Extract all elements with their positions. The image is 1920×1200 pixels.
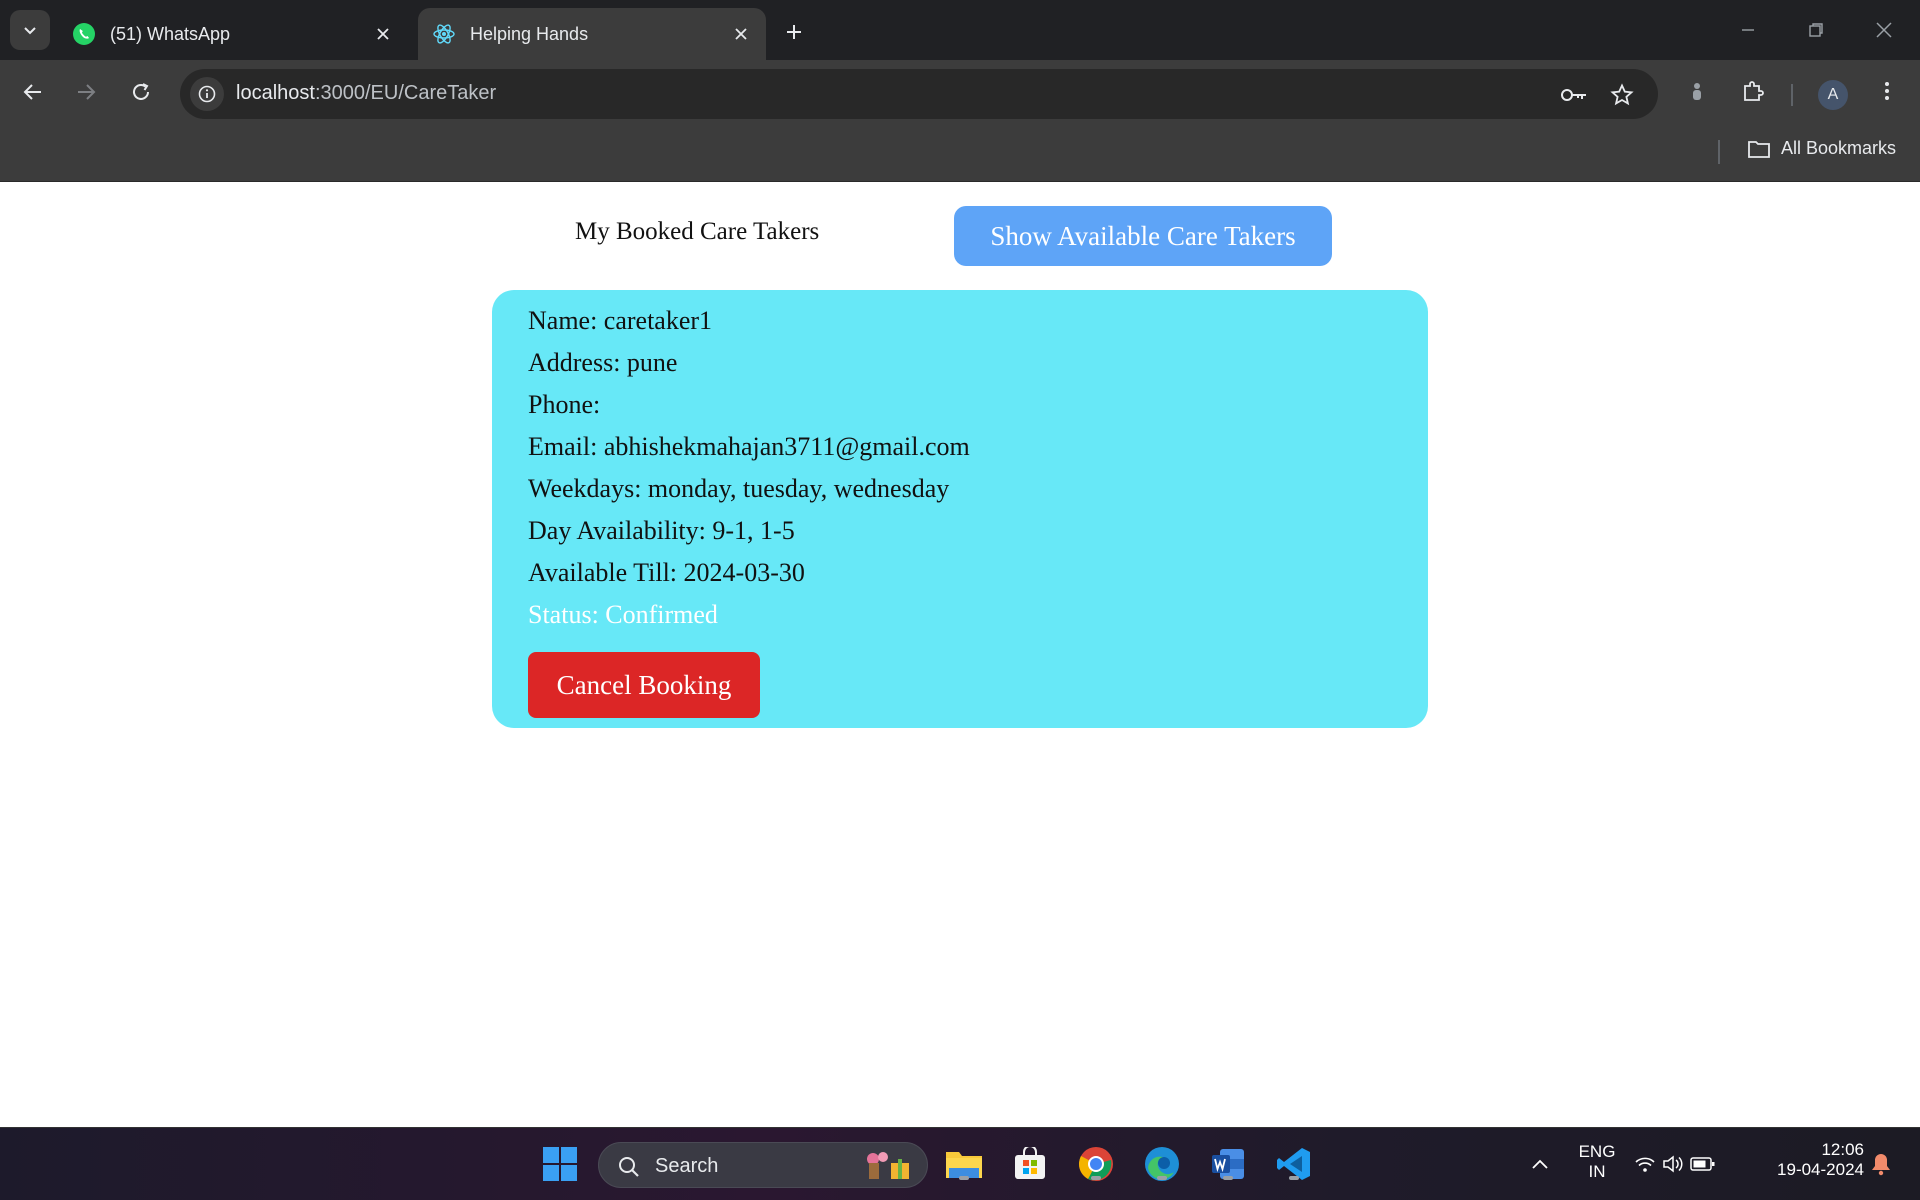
language-code: ENG bbox=[1578, 1142, 1616, 1161]
tab-whatsapp[interactable]: (51) WhatsApp bbox=[58, 8, 408, 60]
notifications-button[interactable] bbox=[1866, 1142, 1896, 1186]
chevron-down-icon bbox=[24, 27, 36, 35]
caretaker-day-availability: Day Availability: 9-1, 1-5 bbox=[528, 516, 795, 545]
bookmarks-bar: All Bookmarks bbox=[0, 124, 1920, 182]
reload-icon bbox=[133, 83, 149, 100]
caretaker-name: Name: caretaker1 bbox=[528, 306, 713, 335]
search-highlight-icon bbox=[867, 1152, 909, 1179]
language-indicator[interactable]: ENG IN bbox=[1572, 1142, 1622, 1182]
reload-button[interactable] bbox=[125, 76, 157, 108]
running-indicator bbox=[1091, 1176, 1101, 1180]
restore-button[interactable] bbox=[1796, 14, 1836, 46]
profile-avatar[interactable]: A bbox=[1818, 80, 1848, 110]
plus-icon bbox=[787, 25, 801, 39]
folder-icon bbox=[1748, 140, 1770, 158]
url-path: :3000/EU/CareTaker bbox=[314, 82, 497, 104]
wifi-icon bbox=[1635, 1157, 1655, 1172]
file-explorer-taskbar-icon[interactable] bbox=[942, 1142, 986, 1186]
close-icon bbox=[1876, 22, 1892, 38]
clock-date: 19-04-2024 bbox=[1777, 1160, 1864, 1179]
url-host: localhost bbox=[236, 82, 315, 104]
menu-icon[interactable] bbox=[1870, 74, 1904, 108]
url-text[interactable]: localhost:3000/EU/CareTaker bbox=[236, 82, 496, 105]
start-button[interactable] bbox=[538, 1142, 582, 1186]
caretaker-address: Address: pune bbox=[528, 348, 678, 377]
address-bar[interactable]: localhost:3000/EU/CareTaker bbox=[180, 69, 1658, 119]
show-hidden-icons-button[interactable] bbox=[1518, 1142, 1562, 1186]
caretaker-phone: Phone: bbox=[528, 390, 601, 419]
microsoft-store-taskbar-icon[interactable] bbox=[1008, 1142, 1052, 1186]
arrow-left-icon bbox=[23, 84, 41, 100]
caretaker-weekdays: Weekdays: monday, tuesday, wednesday bbox=[528, 474, 950, 503]
windows-taskbar: Search ENG IN 12:06 19-04-2024 bbox=[0, 1127, 1920, 1200]
windows-logo-icon bbox=[543, 1147, 577, 1181]
edge-taskbar-icon[interactable] bbox=[1140, 1142, 1184, 1186]
password-key-icon[interactable] bbox=[1560, 81, 1588, 109]
forward-button[interactable] bbox=[70, 76, 102, 108]
arrow-right-icon bbox=[78, 84, 96, 100]
all-bookmarks-label: All Bookmarks bbox=[1780, 138, 1896, 158]
battery-icon bbox=[1690, 1157, 1715, 1171]
extension-icon[interactable] bbox=[1680, 74, 1714, 108]
all-bookmarks-button[interactable]: All Bookmarks bbox=[1747, 138, 1896, 159]
close-tab-icon[interactable] bbox=[730, 23, 752, 45]
tab-title: (51) WhatsApp bbox=[110, 23, 231, 44]
react-icon bbox=[432, 22, 456, 46]
close-tab-icon[interactable] bbox=[372, 23, 394, 45]
search-label: Search bbox=[655, 1155, 719, 1177]
volume-icon bbox=[1663, 1155, 1683, 1173]
back-button[interactable] bbox=[17, 76, 49, 108]
minimize-icon bbox=[1742, 29, 1754, 31]
word-taskbar-icon[interactable] bbox=[1206, 1142, 1250, 1186]
show-available-caretakers-button[interactable]: Show Available Care Takers bbox=[954, 206, 1332, 266]
close-window-button[interactable] bbox=[1864, 14, 1904, 46]
booking-status: Status: Confirmed bbox=[528, 600, 718, 629]
page-title: My Booked Care Takers bbox=[575, 218, 820, 245]
page-content: My Booked Care Takers Show Available Car… bbox=[0, 182, 1920, 1127]
bookmark-star-icon[interactable] bbox=[1608, 81, 1636, 109]
cancel-booking-button[interactable]: Cancel Booking bbox=[528, 652, 760, 718]
whatsapp-icon bbox=[72, 22, 96, 46]
search-icon bbox=[619, 1157, 639, 1177]
new-tab-button[interactable] bbox=[778, 16, 810, 48]
running-indicator bbox=[1289, 1176, 1299, 1180]
clock-time: 12:06 bbox=[1821, 1140, 1864, 1159]
caretaker-card: Name: caretaker1 Address: pune Phone: Em… bbox=[492, 290, 1428, 728]
caretaker-email: Email: abhishekmahajan3711@gmail.com bbox=[528, 432, 970, 461]
taskbar-search[interactable]: Search bbox=[598, 1142, 928, 1188]
language-region: IN bbox=[1588, 1162, 1606, 1181]
chrome-taskbar-icon[interactable] bbox=[1074, 1142, 1118, 1186]
clock[interactable]: 12:06 19-04-2024 bbox=[1754, 1140, 1864, 1180]
chevron-up-icon bbox=[1532, 1159, 1548, 1169]
tab-search-button[interactable] bbox=[10, 10, 50, 50]
vscode-taskbar-icon[interactable] bbox=[1272, 1142, 1316, 1186]
running-indicator bbox=[959, 1176, 969, 1180]
minimize-button[interactable] bbox=[1728, 14, 1768, 46]
running-indicator bbox=[1157, 1176, 1167, 1180]
running-indicator bbox=[1223, 1176, 1233, 1180]
system-tray-quick-settings[interactable] bbox=[1630, 1142, 1720, 1186]
tab-helping-hands[interactable]: Helping Hands bbox=[418, 8, 766, 60]
bell-icon bbox=[1872, 1154, 1890, 1176]
browser-toolbar: localhost:3000/EU/CareTaker bbox=[0, 60, 1920, 124]
site-info-icon[interactable] bbox=[190, 77, 224, 111]
toolbar-divider bbox=[1791, 84, 1793, 106]
caretaker-available-till: Available Till: 2024-03-30 bbox=[528, 558, 805, 587]
bookmarks-divider bbox=[1718, 140, 1720, 164]
extensions-puzzle-icon[interactable] bbox=[1736, 74, 1770, 108]
restore-icon bbox=[1809, 23, 1823, 37]
tab-strip: (51) WhatsApp Helping Hands bbox=[0, 0, 1920, 60]
tab-title: Helping Hands bbox=[470, 23, 589, 44]
